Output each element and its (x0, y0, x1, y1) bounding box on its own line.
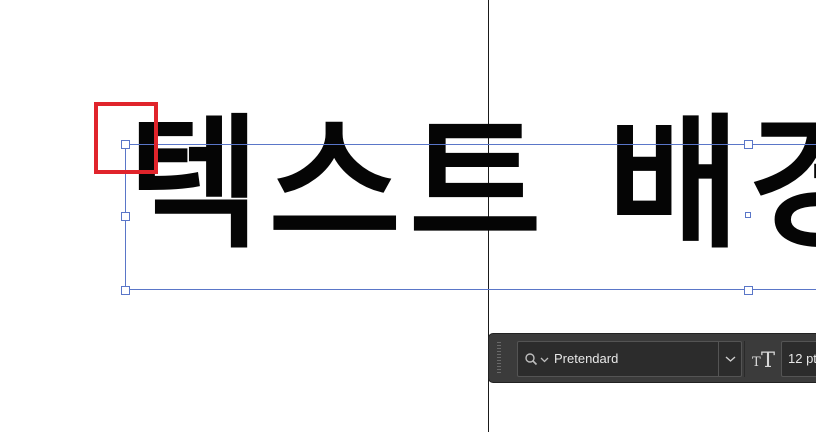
font-size-value[interactable]: 12 pt (788, 351, 816, 366)
font-size-icon: T T (752, 348, 775, 371)
font-size-field[interactable]: 12 pt (781, 341, 816, 377)
text-frame-in-port[interactable] (745, 212, 751, 218)
highlight-box (94, 102, 158, 174)
svg-text:T: T (761, 348, 775, 371)
frame-handle-bottom-left[interactable] (121, 286, 130, 295)
frame-handle-middle-left[interactable] (121, 212, 130, 221)
separator (744, 341, 745, 377)
svg-text:T: T (752, 355, 761, 370)
text-frame[interactable] (125, 144, 816, 290)
search-icon[interactable] (524, 352, 540, 368)
frame-handle-bottom-center[interactable] (744, 286, 753, 295)
frame-handle-top-center[interactable] (744, 140, 753, 149)
search-options-chevron-icon[interactable] (540, 356, 549, 364)
document-canvas[interactable]: 텍스트 배경 Pretendard T T 12 pt (0, 0, 816, 432)
font-family-value[interactable]: Pretendard (554, 351, 618, 366)
chevron-down-icon (725, 356, 736, 362)
character-control-bar: Pretendard T T 12 pt (488, 333, 816, 383)
font-family-field[interactable]: Pretendard (517, 341, 742, 377)
font-family-dropdown-button[interactable] (719, 342, 741, 376)
panel-grip[interactable] (497, 342, 501, 374)
